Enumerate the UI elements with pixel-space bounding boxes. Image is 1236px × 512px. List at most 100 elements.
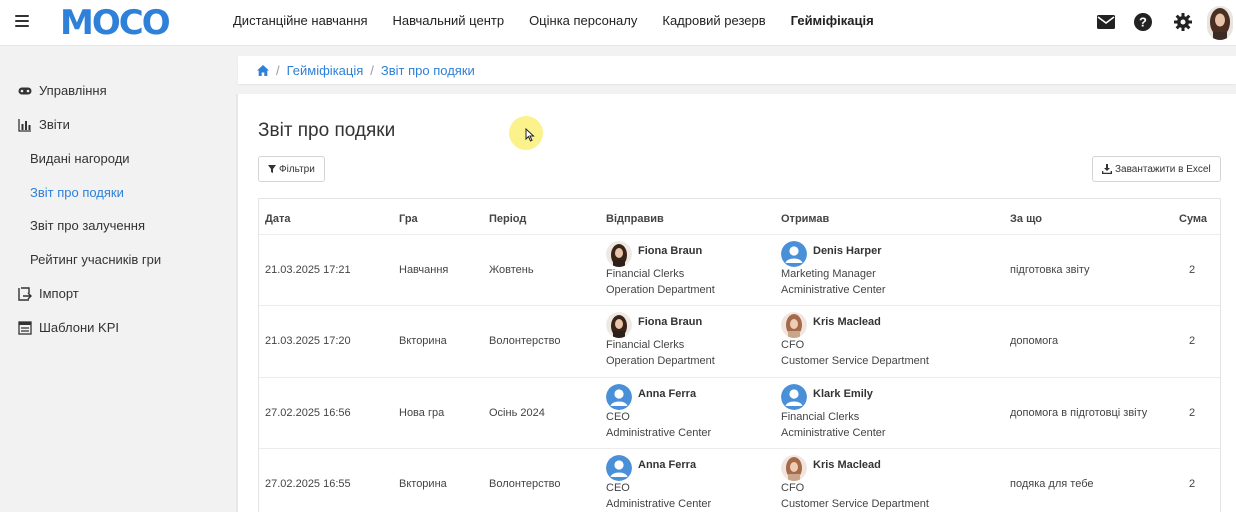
svg-text:?: ? <box>1139 15 1147 30</box>
filters-button[interactable]: Фільтри <box>258 156 325 182</box>
column-header-reason[interactable]: За що <box>1010 213 1042 225</box>
page-title: Звіт про подяки <box>258 120 396 141</box>
breadcrumb-separator: / <box>276 62 280 78</box>
sender-name[interactable]: Anna Ferra <box>638 459 696 471</box>
filters-label: Фільтри <box>279 163 315 175</box>
sender-name[interactable]: Fiona Braun <box>638 316 702 328</box>
table-row: 21.03.2025 17:21 Навчання Жовтень Fiona Bra… <box>259 234 1220 306</box>
sender-name[interactable]: Fiona Braun <box>638 245 702 257</box>
receiver-position: Marketing Manager <box>781 268 876 280</box>
export-label: Завантажити в Excel <box>1115 163 1211 175</box>
column-header-amount[interactable]: Сума <box>1179 213 1207 225</box>
logo[interactable]: MOCO <box>60 4 171 42</box>
avatar[interactable] <box>606 455 632 481</box>
cell-amount: 2 <box>1189 264 1196 276</box>
avatar[interactable] <box>606 241 632 267</box>
cell-game: Вкторина <box>399 478 447 490</box>
sidebar-item-management[interactable]: Управління <box>18 83 107 98</box>
sender-department: Operation Department <box>606 355 715 367</box>
column-header-period[interactable]: Період <box>489 213 526 225</box>
sender-name[interactable]: Anna Ferra <box>638 388 696 400</box>
receiver-department: Acministrative Center <box>781 427 886 439</box>
cell-date: 27.02.2025 16:56 <box>265 407 351 419</box>
breadcrumb-separator: / <box>370 62 374 78</box>
cell-game: Вкторина <box>399 335 447 347</box>
cell-period: Волонтерство <box>489 335 561 347</box>
sender-position: Financial Clerks <box>606 339 685 351</box>
nav-item-talent-pool[interactable]: Кадровий резерв <box>662 13 765 28</box>
cell-date: 21.03.2025 17:20 <box>265 335 351 347</box>
export-excel-button[interactable]: Завантажити в Excel <box>1092 156 1221 182</box>
avatar[interactable] <box>781 384 807 410</box>
breadcrumb-thanks-report[interactable]: Звіт про подяки <box>381 63 475 78</box>
receiver-department: Customer Service Department <box>781 355 929 367</box>
breadcrumb: / Гейміфікація / Звіт про подяки <box>238 56 1236 84</box>
sidebar-item-import[interactable]: Імпорт <box>18 286 79 301</box>
sidebar-item-label: Звіти <box>39 117 70 132</box>
nav-item-gamification[interactable]: Гейміфікація <box>791 13 874 28</box>
import-icon <box>18 286 32 301</box>
sidebar-item-reports[interactable]: Звіти <box>18 117 70 132</box>
gamepad-icon <box>18 87 32 94</box>
avatar[interactable] <box>781 241 807 267</box>
table-row: 21.03.2025 17:20 Вкторина Волонтерство Fion… <box>259 305 1220 377</box>
cell-amount: 2 <box>1189 478 1196 490</box>
cell-period: Осінь 2024 <box>489 407 545 419</box>
avatar[interactable] <box>781 312 807 338</box>
sidebar-item-players-rating[interactable]: Рейтинг учасників гри <box>30 252 161 267</box>
nav-item-training-center[interactable]: Навчальний центр <box>393 13 505 28</box>
menu-icon[interactable] <box>15 15 29 28</box>
main-content: Звіт про подяки Фільтри Завантажити в Ex… <box>238 94 1236 512</box>
cell-amount: 2 <box>1189 335 1196 347</box>
top-bar: MOCO Дистанційне навчання Навчальний цен… <box>0 0 1236 46</box>
home-icon[interactable] <box>257 64 269 76</box>
cell-period: Жовтень <box>489 264 534 276</box>
table-row: 27.02.2025 16:56 Нова гра Осінь 2024 Anna F… <box>259 377 1220 449</box>
sender-position: Financial Clerks <box>606 268 685 280</box>
receiver-name[interactable]: Denis Harper <box>813 245 881 257</box>
avatar[interactable] <box>606 312 632 338</box>
template-icon <box>18 320 32 335</box>
column-header-game[interactable]: Гра <box>399 213 418 225</box>
column-header-sender[interactable]: Відправив <box>606 213 664 225</box>
sidebar-item-thanks-report[interactable]: Звіт про подяки <box>30 185 124 200</box>
sidebar-item-kpi-templates[interactable]: Шаблони KPI <box>18 320 119 335</box>
filter-icon <box>268 165 276 173</box>
cell-date: 21.03.2025 17:21 <box>265 264 351 276</box>
cell-period: Волонтерство <box>489 478 561 490</box>
sender-department: Administrative Center <box>606 427 712 439</box>
cell-game: Навчання <box>399 264 449 276</box>
receiver-position: CFO <box>781 482 805 494</box>
receiver-name[interactable]: Klark Emily <box>813 388 873 400</box>
receiver-department: Customer Service Department <box>781 498 929 510</box>
mail-icon[interactable] <box>1096 12 1116 32</box>
nav-item-distance-learning[interactable]: Дистанційне навчання <box>233 13 368 28</box>
cell-date: 27.02.2025 16:55 <box>265 478 351 490</box>
sender-position: CEO <box>606 482 630 494</box>
breadcrumb-gamification[interactable]: Гейміфікація <box>287 63 364 78</box>
cell-reason: подяка для тебе <box>1010 478 1094 490</box>
user-avatar[interactable] <box>1207 6 1233 40</box>
receiver-position: Financial Clerks <box>781 411 860 423</box>
avatar[interactable] <box>606 384 632 410</box>
help-icon[interactable]: ? <box>1133 12 1153 32</box>
cell-game: Нова гра <box>399 407 445 419</box>
cell-reason: допомога в підготовці звіту <box>1010 407 1148 419</box>
thanks-table: Дата Гра Період Відправив Отримав За що … <box>258 198 1221 512</box>
column-header-receiver[interactable]: Отримав <box>781 213 829 225</box>
sidebar-item-issued-rewards[interactable]: Видані нагороди <box>30 151 130 166</box>
receiver-name[interactable]: Kris Maclead <box>813 316 881 328</box>
gear-icon[interactable] <box>1173 12 1193 32</box>
receiver-name[interactable]: Kris Maclead <box>813 459 881 471</box>
cursor-icon <box>525 128 535 142</box>
receiver-department: Acministrative Center <box>781 284 886 296</box>
nav-item-assessment[interactable]: Оцінка персоналу <box>529 13 637 28</box>
sidebar-item-engagement-report[interactable]: Звіт про залучення <box>30 218 145 233</box>
sidebar-item-label: Імпорт <box>39 286 79 301</box>
avatar[interactable] <box>781 455 807 481</box>
sidebar-item-label: Шаблони KPI <box>39 320 119 335</box>
cell-reason: підготовка звіту <box>1010 264 1090 276</box>
cell-reason: допомога <box>1010 335 1059 347</box>
column-header-date[interactable]: Дата <box>265 213 290 225</box>
sender-department: Operation Department <box>606 284 715 296</box>
